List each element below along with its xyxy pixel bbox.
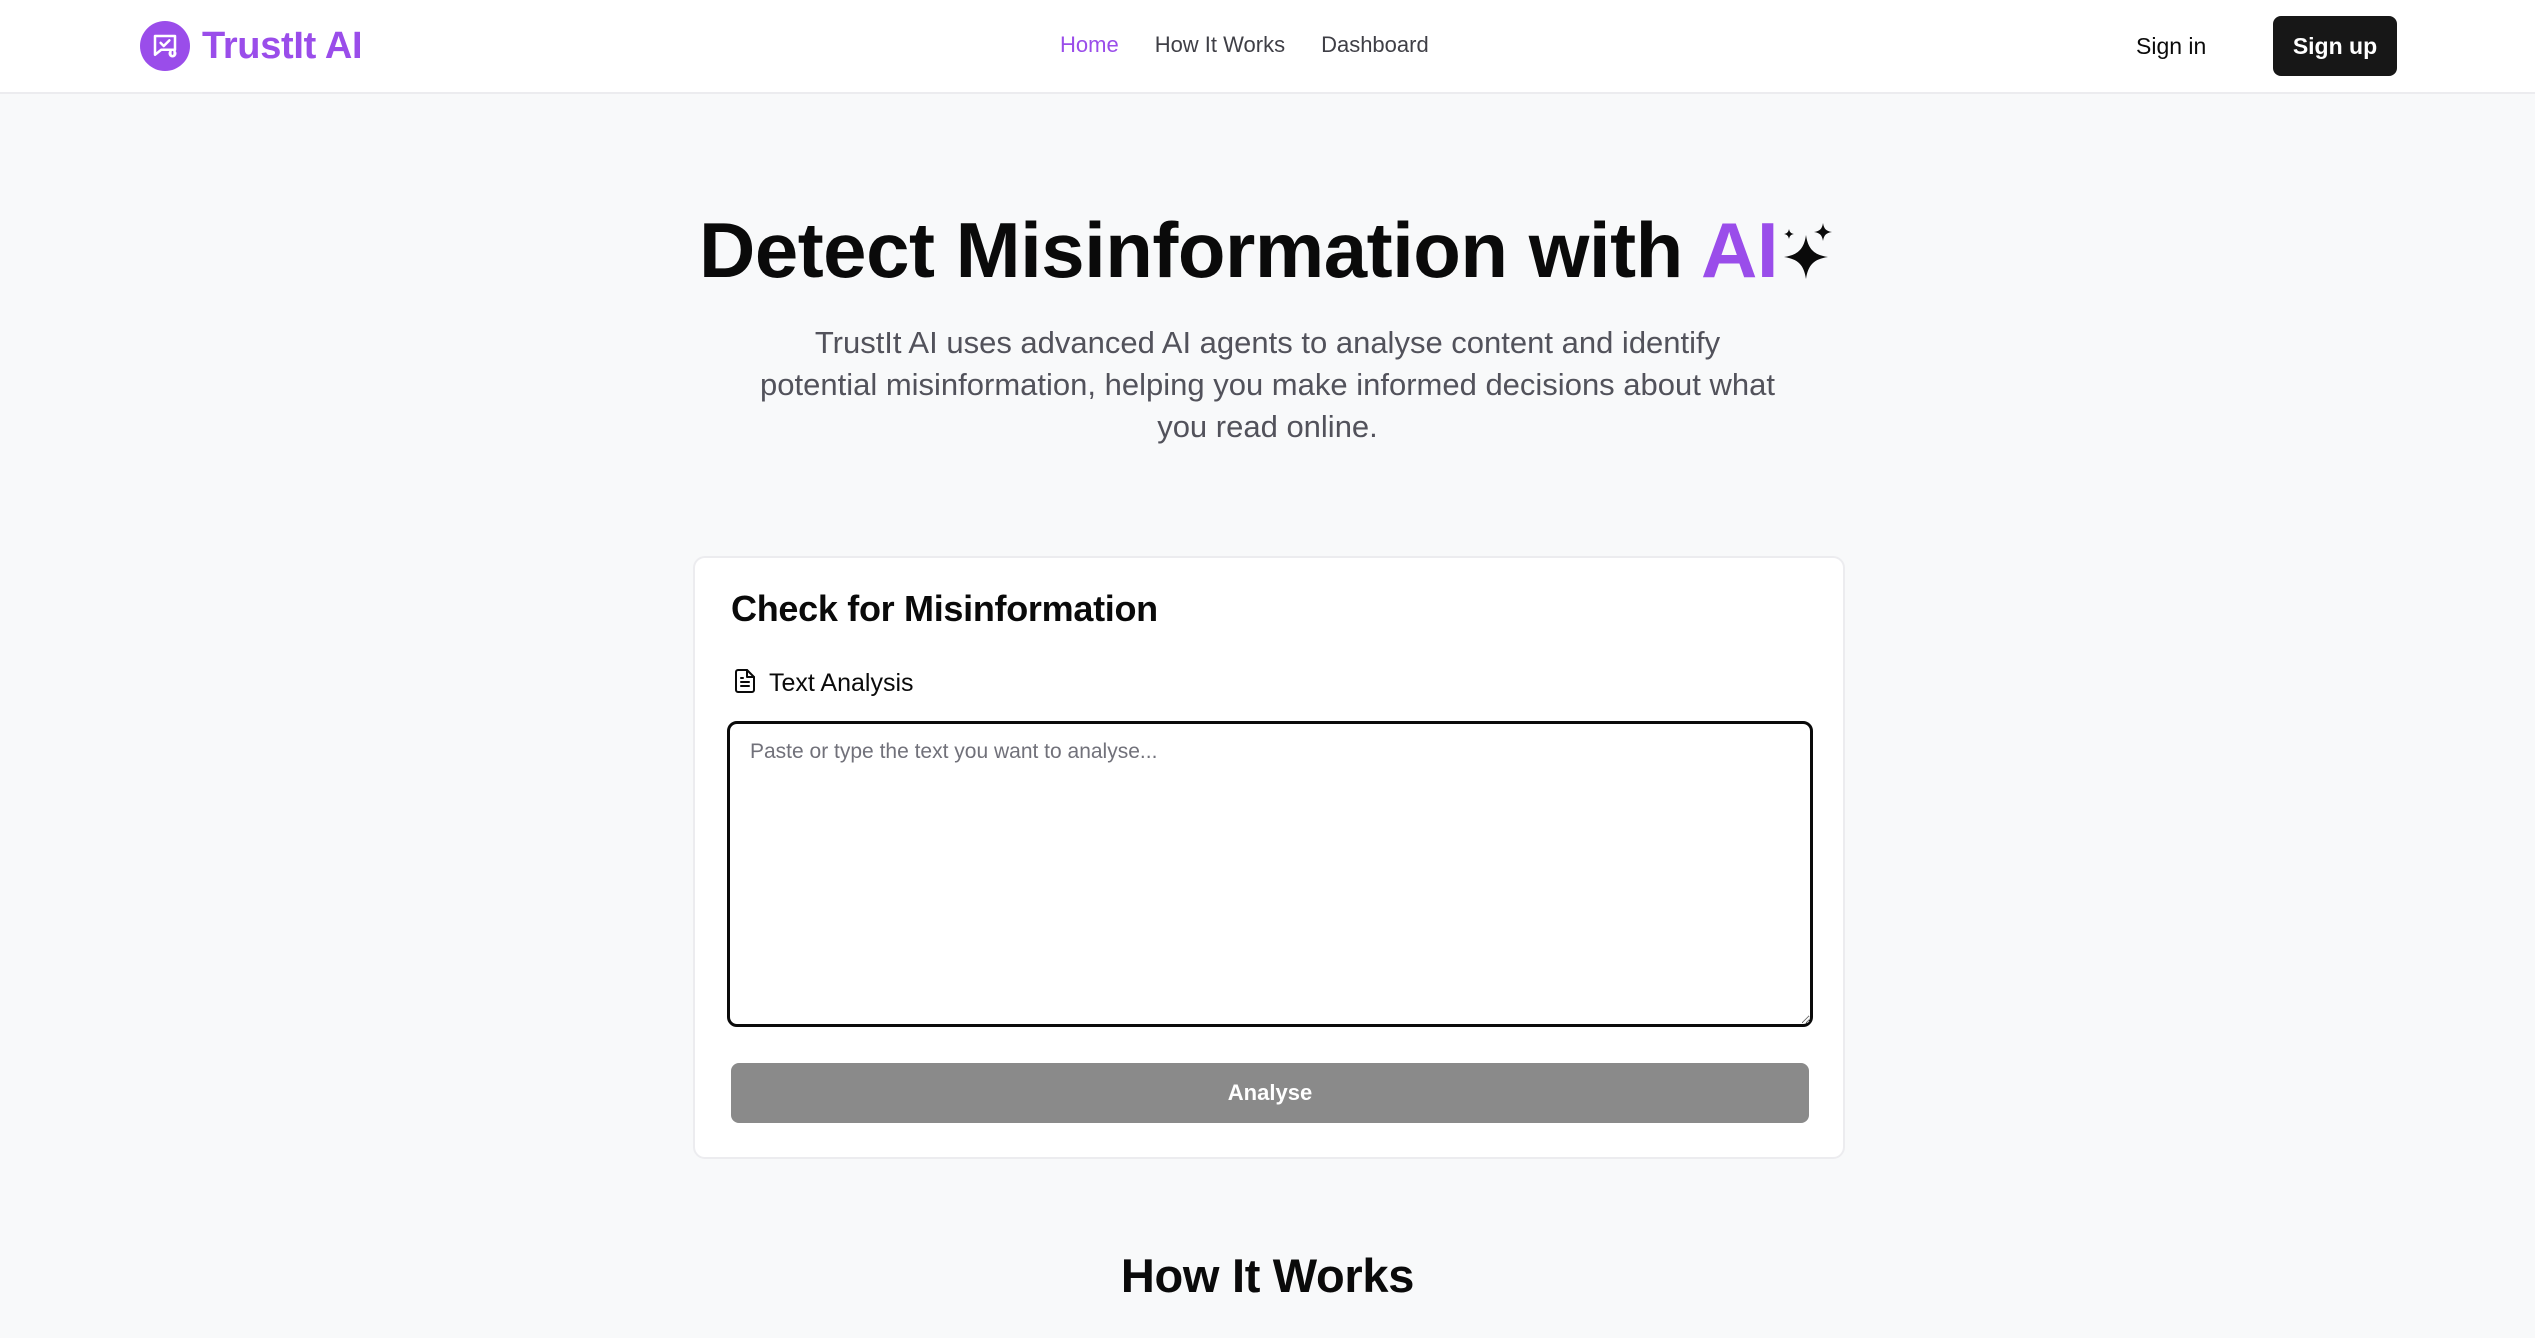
nav-how-it-works-link[interactable]: How It Works (1155, 28, 1285, 62)
nav-home-link[interactable]: Home (1060, 28, 1119, 62)
shield-check-icon (140, 21, 190, 71)
hero-title-accent: AI (1701, 206, 1779, 294)
nav-dashboard-link[interactable]: Dashboard (1321, 28, 1429, 62)
analyse-button[interactable]: Analyse (731, 1063, 1809, 1123)
misinformation-check-card: Check for Misinformation Text Analysis A… (693, 556, 1845, 1159)
sign-in-link[interactable]: Sign in (2136, 28, 2206, 64)
site-header: TrustIt AI Home How It Works Dashboard S… (0, 0, 2535, 94)
sparkles-icon (1782, 210, 1836, 310)
analysis-mode-label: Text Analysis (769, 669, 914, 697)
logo-text: TrustIt AI (202, 24, 363, 67)
analysis-text-input[interactable] (727, 721, 1813, 1027)
hero-title: Detect Misinformation with AI (0, 200, 2535, 310)
hero-title-main: Detect Misinformation with (699, 206, 1701, 294)
file-text-icon (733, 668, 757, 699)
hero-subtitle: TrustIt AI uses advanced AI agents to an… (760, 325, 1775, 444)
analysis-mode: Text Analysis (733, 668, 914, 699)
sign-up-button[interactable]: Sign up (2273, 16, 2397, 76)
main-nav: Home How It Works Dashboard (1060, 28, 1429, 62)
how-it-works-title: How It Works (1120, 1249, 1415, 1302)
card-title: Check for Misinformation (731, 588, 1158, 629)
logo-link[interactable]: TrustIt AI (140, 21, 363, 71)
